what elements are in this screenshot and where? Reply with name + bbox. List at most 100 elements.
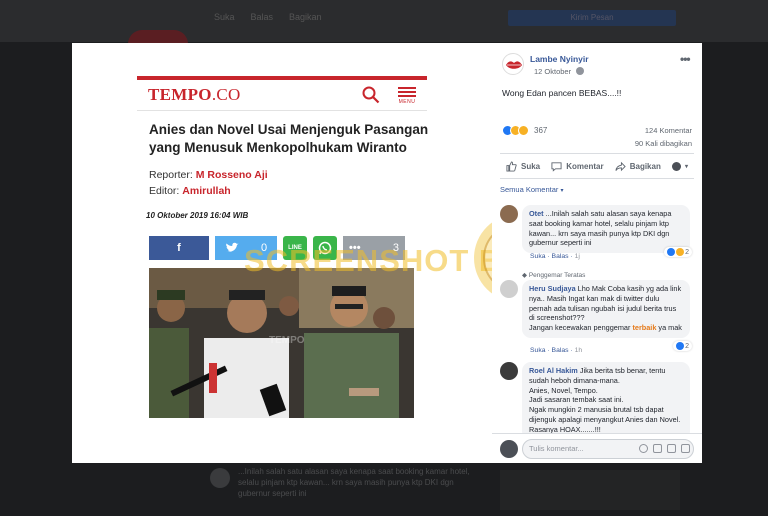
comment-bubble: Roel Al Hakim Jika berita tsb benar, ten… [522, 362, 690, 440]
menu-bar [398, 91, 416, 93]
comment-like-link[interactable]: Suka [530, 347, 546, 354]
background-panel [500, 470, 680, 510]
profile-icon [671, 161, 681, 171]
comment-label: Komentar [566, 161, 604, 171]
comment-time: 1j [574, 253, 580, 260]
comment-bubble: Heru Sudjaya Lho Mak Coba kasih yg ada l… [522, 280, 690, 338]
tempo-logo-text: TEMPO [148, 85, 212, 104]
photo-viewer: TEMPO.CO MENU Anies dan Novel Usai Menje… [72, 43, 492, 463]
comment-text: ...Inilah salah satu alasan saya kenapa … [529, 209, 672, 248]
comment-text-end: ya mak [656, 323, 682, 333]
comment-text-continued: Jangan kecewakan penggemar [529, 323, 633, 333]
share-label: Bagikan [629, 161, 661, 171]
like-label: Suka [521, 161, 541, 171]
comment-reactions[interactable]: 2 [673, 341, 692, 351]
post-text: Wong Edan pancen BEBAS....!! [502, 88, 622, 98]
avatar[interactable] [500, 362, 518, 380]
top-fan-badge: ◆ Penggemar Teratas [522, 272, 586, 279]
wow-reaction-icon [518, 125, 529, 136]
comment-input-placeholder: Tulis komentar... [529, 444, 584, 453]
comment-reaction-count: 2 [685, 248, 689, 256]
facebook-share-button[interactable]: f [149, 236, 209, 260]
background-reply: Balas [250, 12, 274, 22]
background-send-message-button: Kirim Pesan [508, 10, 676, 26]
search-icon[interactable] [362, 86, 380, 104]
like-button[interactable]: Suka [506, 160, 541, 172]
comment-author[interactable]: Otet [529, 209, 544, 218]
background-avatar [210, 468, 230, 488]
divider [137, 110, 427, 111]
haha-reaction-icon [676, 248, 685, 256]
comment-reactions[interactable]: 2 [664, 247, 692, 257]
news-photo-image: TEMPO [149, 268, 414, 418]
comment-filter-dropdown[interactable]: Semua Komentar ▾ [500, 185, 563, 194]
comment-time: 1h [574, 347, 583, 354]
reaction-summary[interactable]: 367 [502, 125, 547, 136]
background-like: Suka [214, 12, 235, 22]
tempo-top-bar [137, 76, 427, 80]
menu-bar [398, 95, 416, 97]
reporter-line: Reporter: M Rosseno Aji [149, 169, 268, 181]
top-fan-badge-label: Penggemar Teratas [528, 272, 586, 279]
background-comment: ...Inilah salah satu alasan saya kenapa … [210, 466, 478, 516]
avatar[interactable] [500, 280, 518, 298]
comment-bubble: Otet ...Inilah salah satu alasan saya ke… [522, 205, 690, 254]
comment-highlight: terbaik [632, 323, 657, 333]
comment-reply-link[interactable]: Balas [552, 347, 569, 354]
comment-line: Jadi sasaran tembak saat ini. [529, 395, 624, 405]
like-reaction-icon [667, 248, 676, 256]
background-actions: Suka Balas Bagikan [214, 12, 322, 22]
editor-label: Editor: [149, 185, 180, 197]
comment-count[interactable]: 124 Komentar [645, 126, 692, 135]
gif-icon[interactable] [667, 444, 676, 453]
share-count[interactable]: 90 Kali dibagikan [635, 139, 692, 148]
background-logo [128, 30, 188, 44]
comment-button[interactable]: Komentar [551, 161, 604, 172]
share-button[interactable]: Bagikan [615, 161, 661, 172]
emoji-icon[interactable] [639, 444, 648, 453]
globe-icon [576, 67, 584, 75]
screenshot-watermark: SCREENSHOT BY [244, 243, 492, 278]
reaction-count: 367 [534, 126, 548, 135]
audience-selector[interactable]: ▾ [671, 161, 688, 171]
reporter-name: M Rosseno Aji [195, 169, 268, 181]
comment-author[interactable]: Heru Sudjaya [529, 284, 576, 293]
photo-watermark: TEMPO [269, 335, 305, 346]
menu-label: MENU [398, 99, 416, 105]
more-options-icon[interactable]: ••• [680, 52, 691, 66]
comment-filter-label: Semua Komentar [500, 185, 559, 194]
avatar [500, 440, 518, 458]
comment-like-link[interactable]: Suka [530, 253, 546, 260]
write-comment-bar: Tulis komentar... [492, 433, 702, 463]
avatar[interactable] [500, 205, 518, 223]
lips-logo-icon [506, 61, 522, 69]
page-name-link[interactable]: Lambe Nyinyir [530, 54, 589, 64]
comment-line: Ngak mungkin 2 manusia brutal tsb dapat … [529, 405, 681, 424]
tempo-logo: TEMPO.CO [148, 85, 241, 105]
sticker-icon[interactable] [681, 444, 690, 453]
thumbs-up-icon [506, 160, 517, 172]
comment-tools [639, 444, 690, 453]
comment-icon [551, 161, 562, 172]
editor-name: Amirullah [182, 185, 231, 197]
post-date[interactable]: 12 Oktober [534, 67, 571, 76]
comment-reaction-count: 2 [685, 342, 689, 350]
chevron-down-icon: ▾ [684, 163, 688, 170]
comment-reply-link[interactable]: Balas [552, 253, 569, 260]
camera-icon[interactable] [653, 444, 662, 453]
facebook-icon: f [177, 242, 181, 254]
menu-icon[interactable]: MENU [396, 85, 418, 107]
comment-actions: Suka · Balas · 1h [530, 347, 583, 354]
news-photo: TEMPO [149, 268, 414, 418]
background-post-header: Suka Balas Bagikan Kirim Pesan [0, 0, 768, 42]
like-reaction-icon [676, 342, 685, 350]
twitter-icon [225, 242, 239, 252]
background-comment-text: ...Inilah salah satu alasan saya kenapa … [238, 467, 470, 498]
article-date: 10 Oktober 2019 16:04 WIB [146, 211, 249, 220]
comment-author[interactable]: Roel Al Hakim [529, 366, 578, 375]
share-icon [615, 161, 626, 171]
menu-bar [398, 87, 416, 89]
page-avatar[interactable] [502, 53, 524, 75]
article-headline: Anies dan Novel Usai Menjenguk Pasangan … [149, 122, 429, 155]
reporter-label: Reporter: [149, 169, 193, 181]
